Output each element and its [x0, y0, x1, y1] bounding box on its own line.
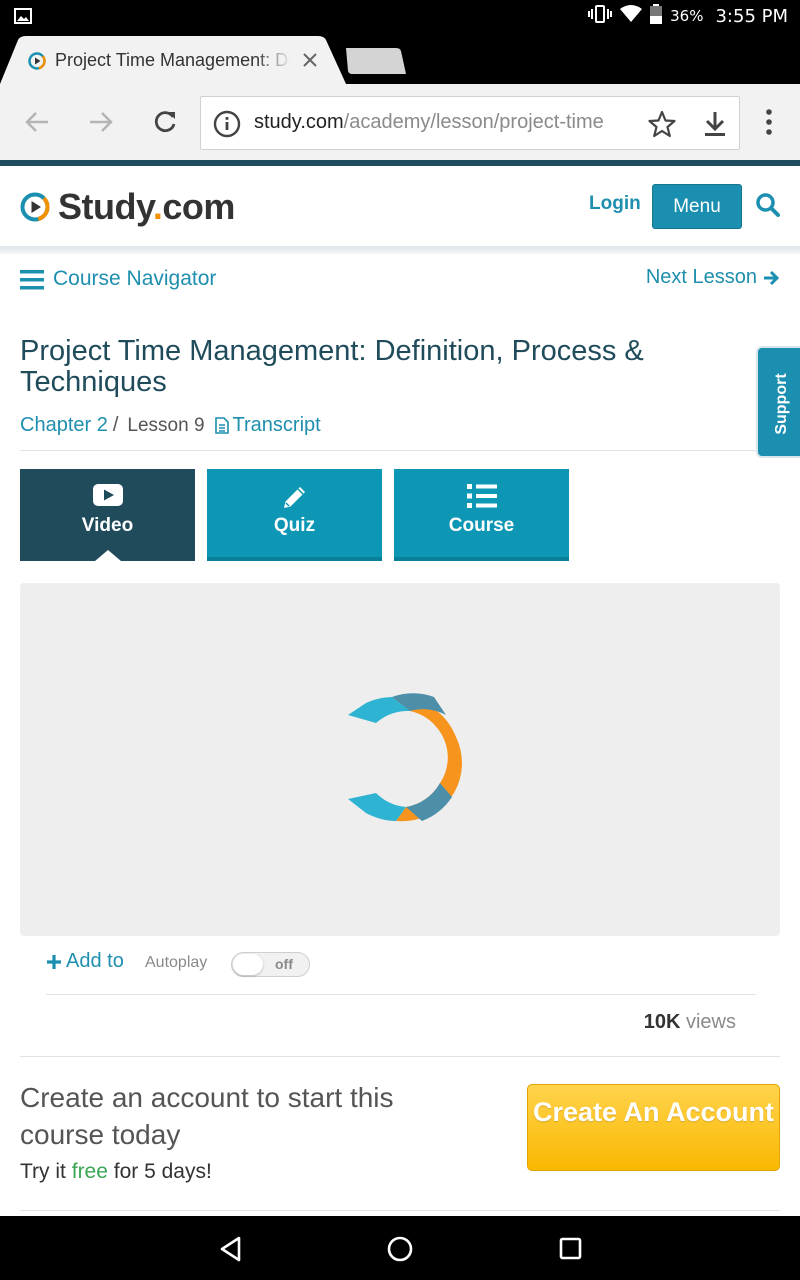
cta-try-prefix: Try it	[20, 1160, 66, 1183]
next-lesson-label: Next Lesson	[645, 266, 757, 288]
browser-toolbar: study.com/academy/lesson/project-time	[0, 84, 800, 160]
create-account-button[interactable]: Create An Account	[527, 1084, 780, 1171]
login-link[interactable]: Login	[589, 193, 641, 215]
study-logo-icon	[20, 192, 50, 222]
cta-divider	[20, 1210, 780, 1211]
browser-tab-strip: Project Time Management: Definition, Pro…	[0, 32, 800, 84]
toggle-knob	[233, 954, 263, 975]
video-player[interactable]	[20, 583, 780, 936]
title-divider	[20, 450, 780, 451]
nav-back-icon[interactable]	[217, 1235, 245, 1263]
logo-text-dot: .	[152, 186, 163, 227]
transcript-label: Transcript	[232, 414, 321, 436]
breadcrumb-separator: /	[112, 414, 119, 436]
header-shadow	[0, 246, 800, 254]
menu-button[interactable]: Menu	[652, 184, 742, 229]
view-count-number: 10K	[643, 1011, 681, 1033]
vibrate-icon	[588, 4, 613, 28]
reload-button[interactable]	[149, 106, 181, 138]
image-notification-icon	[14, 8, 32, 29]
nav-home-icon[interactable]	[386, 1235, 414, 1263]
logo-text-suffix: com	[162, 186, 235, 227]
url-path: /academy/lesson/project-time	[343, 111, 604, 133]
add-to-button[interactable]: Add to	[46, 950, 124, 973]
arrow-left-icon	[25, 112, 48, 132]
arrow-right-icon	[764, 270, 780, 285]
toggle-state: off	[275, 956, 293, 972]
address-bar[interactable]: study.com/academy/lesson/project-time	[200, 96, 740, 150]
back-button[interactable]	[21, 106, 53, 138]
battery-icon	[650, 4, 663, 28]
study-favicon-icon	[28, 52, 46, 70]
cta-subtext: Try it free for 5 days!	[20, 1160, 212, 1184]
download-icon[interactable]	[703, 110, 727, 138]
play-icon	[92, 484, 123, 506]
reload-icon	[154, 111, 176, 133]
hamburger-icon[interactable]	[20, 270, 44, 290]
tab-title: Project Time Management: Definition, Pro…	[55, 50, 291, 70]
nav-recents-icon[interactable]	[557, 1235, 585, 1263]
cta-free: free	[71, 1160, 108, 1183]
view-count: 10K views	[644, 1011, 736, 1034]
list-icon	[466, 484, 497, 508]
battery-percentage: 36%	[670, 7, 704, 25]
bookmark-star-icon[interactable]	[648, 110, 676, 138]
transcript-link[interactable]: Transcript	[214, 414, 321, 437]
support-label: Support	[773, 373, 790, 435]
document-icon	[214, 417, 229, 434]
tab-video-label: Video	[81, 515, 134, 536]
new-tab-button[interactable]	[340, 46, 410, 76]
views-divider	[20, 1056, 780, 1057]
cta-headline: Create an account to start this course t…	[20, 1082, 394, 1150]
url-host: study.com	[254, 111, 344, 133]
logo-text: Study.com	[58, 186, 235, 228]
support-tab[interactable]: Support	[756, 346, 800, 458]
android-nav-bar	[0, 1216, 800, 1280]
arrow-right-icon	[90, 112, 113, 132]
course-navigator-link[interactable]: Course Navigator	[53, 267, 216, 291]
study-logo[interactable]: Study.com	[20, 186, 235, 228]
next-lesson-link[interactable]: Next Lesson	[646, 266, 780, 289]
clock: 3:55 PM	[715, 5, 788, 27]
add-to-label: Add to	[66, 950, 124, 972]
breadcrumb-chapter-link[interactable]: Chapter 2	[20, 414, 108, 437]
browser-menu-button[interactable]	[754, 106, 784, 138]
breadcrumb-lesson: Lesson 9	[127, 414, 205, 436]
tab-quiz-label: Quiz	[273, 515, 316, 536]
view-count-label: views	[685, 1011, 736, 1033]
more-vertical-icon	[766, 109, 772, 135]
search-icon[interactable]	[755, 192, 781, 218]
tab-video[interactable]: Video	[20, 469, 195, 561]
tab-quiz[interactable]: Quiz	[207, 469, 382, 561]
cta-try-suffix: for 5 days!	[113, 1160, 212, 1183]
lesson-title: Project Time Management: Definition, Pro…	[20, 335, 644, 398]
loading-spinner-icon	[348, 693, 462, 822]
wifi-icon	[620, 5, 643, 27]
close-tab-icon[interactable]	[298, 48, 322, 72]
logo-text-main: Study	[58, 186, 153, 227]
tab-course-label: Course	[448, 515, 515, 536]
pencil-icon	[283, 487, 305, 508]
autoplay-label: Autoplay	[145, 954, 208, 971]
autoplay-toggle[interactable]: off	[231, 952, 310, 977]
url-text[interactable]: study.com/academy/lesson/project-time	[254, 111, 639, 134]
status-bar: 36% 3:55 PM	[0, 0, 800, 32]
active-tab-caret	[95, 550, 121, 561]
video-controls: Add to Autoplay off	[46, 948, 756, 980]
controls-divider	[46, 994, 756, 995]
browser-tab[interactable]: Project Time Management: Definition, Pro…	[0, 36, 348, 84]
forward-button[interactable]	[85, 106, 117, 138]
info-icon[interactable]	[213, 110, 241, 138]
plus-icon	[47, 954, 61, 969]
course-nav-row: Course Navigator Next Lesson	[0, 262, 800, 298]
breadcrumb: Chapter 2 / Lesson 9 Transcript	[20, 414, 321, 437]
tab-course[interactable]: Course	[394, 469, 569, 561]
site-header: Study.com Login Menu	[0, 166, 800, 246]
